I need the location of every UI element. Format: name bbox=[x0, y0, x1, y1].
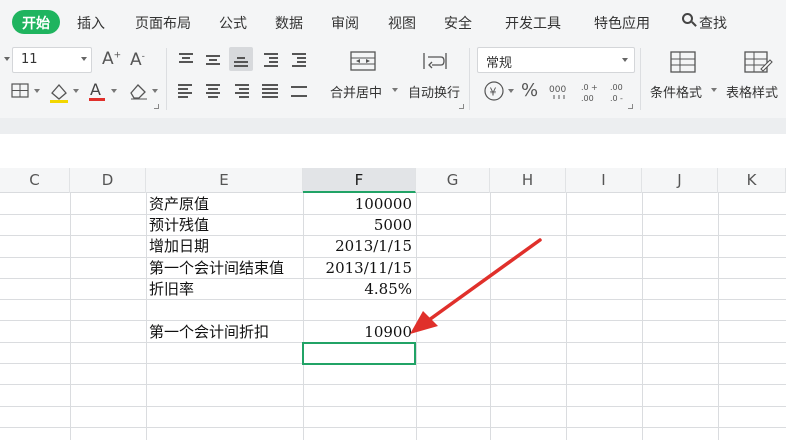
cell-value[interactable]: 2013/11/15 bbox=[305, 258, 412, 278]
svg-text:.0: .0 bbox=[581, 83, 589, 92]
column-header-k[interactable]: K bbox=[718, 168, 786, 193]
decrease-indent-icon[interactable] bbox=[259, 47, 283, 71]
number-format-select[interactable]: 常规 bbox=[477, 47, 635, 73]
column-header-f[interactable]: F bbox=[303, 168, 416, 193]
wrap-text-button[interactable]: 自动换行 bbox=[408, 82, 460, 101]
align-left-icon[interactable] bbox=[174, 78, 198, 102]
merge-center-icon[interactable] bbox=[349, 49, 377, 73]
separator bbox=[166, 48, 167, 110]
align-middle-icon[interactable] bbox=[201, 47, 225, 71]
tab-start[interactable]: 开始 bbox=[12, 10, 60, 34]
column-header-c[interactable]: C bbox=[0, 168, 70, 193]
merge-center-dropdown-arrow[interactable] bbox=[392, 88, 398, 92]
column-header-j[interactable]: J bbox=[642, 168, 718, 193]
font-size-select[interactable]: 11 bbox=[12, 47, 92, 73]
cell-value[interactable]: 10900 bbox=[305, 322, 412, 342]
align-right-icon[interactable] bbox=[229, 78, 253, 102]
clear-format-dropdown-arrow[interactable] bbox=[152, 89, 158, 93]
fill-color-dropdown-arrow[interactable] bbox=[73, 89, 79, 93]
separator bbox=[640, 48, 641, 110]
justify-icon[interactable] bbox=[258, 78, 282, 102]
column-header-d[interactable]: D bbox=[70, 168, 146, 193]
currency-dropdown-arrow[interactable] bbox=[508, 89, 514, 93]
wrap-text-icon[interactable] bbox=[421, 49, 449, 73]
border-icon[interactable] bbox=[10, 82, 32, 100]
cell-label[interactable]: 第一个会计间结束值 bbox=[149, 258, 284, 278]
ribbon-bottom-strip bbox=[0, 118, 786, 134]
grow-font-icon[interactable]: A+ bbox=[102, 51, 121, 68]
increase-indent-icon[interactable] bbox=[287, 47, 311, 71]
chevron-down-icon bbox=[81, 57, 87, 61]
column-header-row: C D E F G H I J K bbox=[0, 168, 786, 193]
column-header-e[interactable]: E bbox=[146, 168, 303, 193]
font-name-dropdown-arrow[interactable] bbox=[4, 57, 10, 61]
merge-center-button[interactable]: 合并居中 bbox=[330, 82, 382, 101]
cell-value[interactable]: 5000 bbox=[305, 215, 412, 235]
decrease-decimal-icon[interactable]: .00 .0 - bbox=[607, 80, 631, 104]
cell-label[interactable]: 预计残值 bbox=[149, 215, 209, 235]
svg-text:+: + bbox=[591, 83, 598, 92]
svg-text:000: 000 bbox=[549, 85, 566, 95]
align-center-icon[interactable] bbox=[201, 78, 225, 102]
currency-icon[interactable]: ¥ bbox=[483, 80, 505, 102]
search-label[interactable]: 查找 bbox=[699, 13, 727, 33]
conditional-format-button[interactable]: 条件格式 bbox=[650, 82, 702, 101]
selected-cell[interactable] bbox=[302, 342, 416, 365]
chevron-down-icon bbox=[622, 58, 628, 62]
table-style-icon[interactable] bbox=[743, 49, 773, 75]
column-header-g[interactable]: G bbox=[416, 168, 490, 193]
align-top-icon[interactable] bbox=[174, 47, 198, 71]
svg-text:.00: .00 bbox=[581, 94, 594, 103]
fill-color-icon[interactable] bbox=[47, 81, 71, 103]
thousands-separator-icon[interactable]: 000 bbox=[548, 81, 570, 103]
search-icon[interactable] bbox=[682, 13, 697, 27]
separator bbox=[469, 48, 470, 110]
font-group-launcher-icon[interactable] bbox=[154, 104, 159, 109]
tab-view[interactable]: 视图 bbox=[388, 13, 416, 33]
font-color-dropdown-arrow[interactable] bbox=[111, 89, 117, 93]
clear-format-icon[interactable] bbox=[127, 81, 149, 101]
svg-text:¥: ¥ bbox=[490, 86, 497, 99]
svg-text:A: A bbox=[90, 80, 101, 99]
column-header-i[interactable]: I bbox=[566, 168, 642, 193]
ribbon-toolbar: 11 A+ A- A 合并居中 自动换行 常规 ¥ % 000 .0 + .00… bbox=[0, 44, 786, 118]
table-style-button[interactable]: 表格样式 bbox=[726, 82, 778, 101]
conditional-format-icon[interactable] bbox=[669, 49, 697, 75]
align-bottom-icon[interactable] bbox=[229, 47, 253, 71]
svg-text:.00: .00 bbox=[610, 83, 623, 92]
shrink-font-icon[interactable]: A- bbox=[130, 52, 145, 69]
cell-label[interactable]: 增加日期 bbox=[149, 236, 209, 256]
font-size-value: 11 bbox=[21, 52, 38, 67]
tab-review[interactable]: 审阅 bbox=[331, 13, 359, 33]
tab-insert[interactable]: 插入 bbox=[77, 13, 105, 33]
cell-label[interactable]: 资产原值 bbox=[149, 194, 209, 214]
column-header-h[interactable]: H bbox=[490, 168, 566, 193]
cell-value[interactable]: 4.85% bbox=[305, 279, 412, 299]
distributed-align-icon[interactable] bbox=[287, 78, 311, 102]
cell-value[interactable]: 2013/1/15 bbox=[305, 236, 412, 256]
cell-label[interactable]: 折旧率 bbox=[149, 279, 194, 299]
number-format-value: 常规 bbox=[486, 56, 513, 71]
formula-bar-area bbox=[0, 134, 786, 168]
font-color-icon[interactable]: A bbox=[87, 80, 107, 102]
number-group-launcher-icon[interactable] bbox=[628, 104, 633, 109]
menu-bar: 开始 插入 页面布局 公式 数据 审阅 视图 安全 开发工具 特色应用 查找 bbox=[0, 0, 786, 44]
percent-icon[interactable]: % bbox=[521, 82, 538, 100]
tab-developer[interactable]: 开发工具 bbox=[505, 13, 561, 33]
alignment-group-launcher-icon[interactable] bbox=[459, 104, 464, 109]
border-dropdown-arrow[interactable] bbox=[34, 89, 40, 93]
cell-value[interactable]: 100000 bbox=[305, 194, 412, 214]
tab-page-layout[interactable]: 页面布局 bbox=[135, 13, 191, 33]
tab-formulas[interactable]: 公式 bbox=[219, 13, 247, 33]
svg-text:.0: .0 bbox=[610, 94, 618, 103]
svg-text:-: - bbox=[620, 94, 623, 103]
sheet-grid[interactable]: 资产原值 100000 预计残值 5000 增加日期 2013/1/15 第一个… bbox=[0, 193, 786, 440]
tab-data[interactable]: 数据 bbox=[275, 13, 303, 33]
tab-special-apps[interactable]: 特色应用 bbox=[594, 13, 650, 33]
tab-security[interactable]: 安全 bbox=[444, 13, 472, 33]
cell-label[interactable]: 第一个会计间折扣 bbox=[149, 322, 269, 342]
conditional-format-dropdown-arrow[interactable] bbox=[711, 88, 717, 92]
increase-decimal-icon[interactable]: .0 + .00 bbox=[578, 80, 602, 104]
